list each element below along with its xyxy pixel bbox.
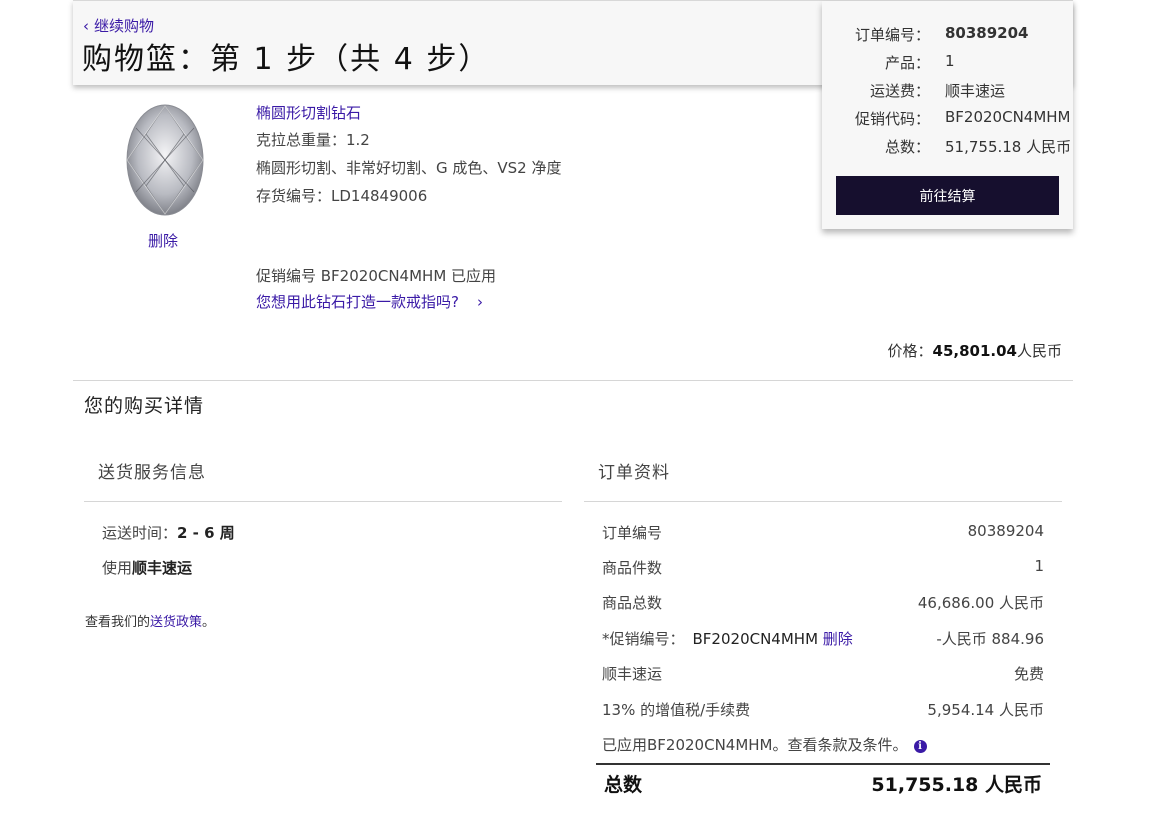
policy-prefix: 查看我们的 bbox=[85, 615, 151, 630]
order-info-rule bbox=[584, 501, 1062, 502]
shipping-info-title: 送货服务信息 bbox=[98, 463, 206, 483]
order-row-label: 订单编号 bbox=[602, 524, 663, 542]
summary-shipping-value: 顺丰速运 bbox=[945, 82, 1006, 100]
order-total-label: 总数 bbox=[604, 774, 643, 796]
product-stock-number: 存货编号：LD14849006 bbox=[256, 187, 428, 205]
shipping-time-label: 运送时间： bbox=[102, 524, 178, 542]
chevron-right-icon: › bbox=[476, 293, 483, 311]
build-ring-link[interactable]: 您想用此钻石打造一款戒指吗? › bbox=[256, 291, 483, 312]
summary-total-value: 51,755.18 人民币 bbox=[945, 138, 1072, 156]
continue-shopping-link[interactable]: ‹ 继续购物 bbox=[83, 15, 154, 36]
item-price: 价格：45,801.04人民币 bbox=[888, 340, 1063, 361]
product-carat: 克拉总重量：1.2 bbox=[256, 131, 370, 149]
promo-row: *促销编号： BF2020CN4MHM 删除 bbox=[602, 628, 853, 649]
chevron-left-icon: ‹ bbox=[83, 17, 89, 35]
summary-order-number: 80389204 bbox=[945, 24, 1029, 42]
info-icon[interactable]: i bbox=[913, 740, 927, 753]
promo-applied-terms: 已应用BF2020CN4MHM。查看条款及条件。 i bbox=[602, 734, 927, 755]
diamond-image[interactable] bbox=[126, 104, 204, 216]
carrier-name: 顺丰速运 bbox=[132, 559, 193, 577]
order-info-title: 订单资料 bbox=[598, 463, 670, 483]
applied-note-text: 已应用BF2020CN4MHM。查看条款及条件。 bbox=[602, 736, 908, 754]
summary-total-label: 总数： bbox=[884, 138, 930, 156]
promo-discount-value: -人民币 884.96 bbox=[936, 630, 1044, 648]
remove-item-link[interactable]: 删除 bbox=[148, 230, 178, 251]
order-row-value: 46,686.00 人民币 bbox=[917, 594, 1044, 612]
product-name-link[interactable]: 椭圆形切割钻石 bbox=[256, 102, 361, 123]
price-value: 45,801.04 bbox=[932, 342, 1017, 360]
order-row-value: 1 bbox=[1034, 557, 1044, 575]
order-row-value: 免费 bbox=[1013, 665, 1044, 683]
checkout-button[interactable]: 前往结算 bbox=[836, 176, 1059, 215]
price-currency: 人民币 bbox=[1016, 342, 1062, 360]
order-row-label: 顺丰速运 bbox=[602, 665, 663, 683]
summary-products-label: 产品： bbox=[884, 54, 930, 72]
product-spec: 椭圆形切割、非常好切割、G 成色、VS2 净度 bbox=[256, 159, 562, 177]
promo-applied-note: 促销编号 BF2020CN4MHM 已应用 bbox=[256, 267, 497, 285]
order-row-label: 商品总数 bbox=[602, 594, 663, 612]
remove-promo-link[interactable]: 删除 bbox=[823, 630, 853, 648]
summary-shipping-label: 运送费： bbox=[869, 82, 930, 100]
shipping-carrier: 使用顺丰速运 bbox=[102, 557, 192, 578]
order-row-label: 13% 的增值税/手续费 bbox=[602, 701, 751, 719]
carrier-prefix: 使用 bbox=[102, 559, 133, 577]
price-label: 价格： bbox=[887, 342, 933, 360]
total-rule bbox=[596, 763, 1050, 765]
shipping-time-value: 2 - 6 周 bbox=[177, 524, 235, 542]
purchase-details-title: 您的购买详情 bbox=[84, 395, 205, 417]
section-divider bbox=[73, 380, 1073, 381]
shipping-time: 运送时间：2 - 6 周 bbox=[102, 522, 235, 543]
order-row-value: 80389204 bbox=[967, 522, 1044, 540]
shipping-info-rule bbox=[84, 501, 562, 502]
promo-row-code: BF2020CN4MHM bbox=[692, 630, 819, 648]
summary-promo-label: 促销代码： bbox=[854, 110, 930, 128]
policy-suffix: 。 bbox=[202, 615, 216, 630]
order-row-label: 商品件数 bbox=[602, 559, 663, 577]
shipping-policy-note: 查看我们的送货政策。 bbox=[85, 611, 215, 630]
summary-products-count: 1 bbox=[945, 52, 955, 70]
summary-order-label: 订单编号： bbox=[854, 26, 930, 44]
order-total-value: 51,755.18 人民币 bbox=[871, 774, 1042, 796]
continue-shopping-label: 继续购物 bbox=[94, 17, 155, 35]
page-title: 购物篮：第 1 步（共 4 步） bbox=[82, 42, 491, 77]
shipping-policy-link[interactable]: 送货政策 bbox=[150, 615, 202, 630]
promo-row-label: *促销编号： bbox=[602, 630, 685, 648]
order-row-value: 5,954.14 人民币 bbox=[927, 701, 1044, 719]
summary-promo-code: BF2020CN4MHM bbox=[945, 108, 1071, 126]
build-ring-label: 您想用此钻石打造一款戒指吗? bbox=[256, 293, 459, 311]
